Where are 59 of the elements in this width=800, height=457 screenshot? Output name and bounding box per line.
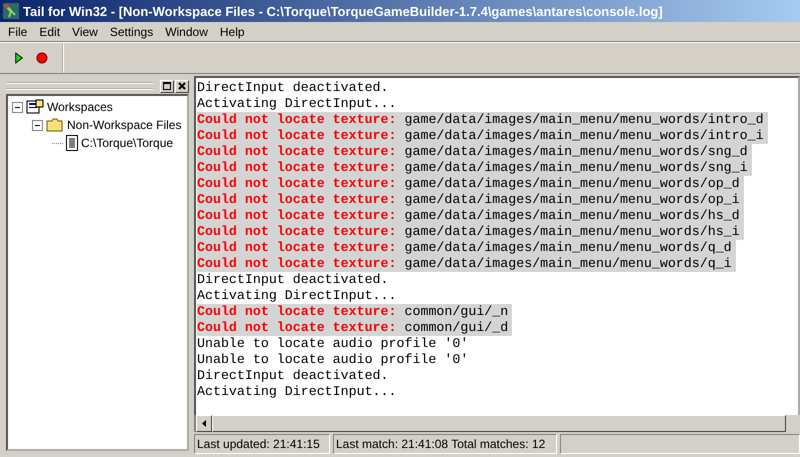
log-line: game/data/images/main_menu/menu_words/intro_i [404, 128, 764, 144]
log-line: game/data/images/main_menu/menu_words/q_d [404, 240, 732, 256]
log-match: Could not locate texture: [197, 224, 396, 240]
log-line: game/data/images/main_menu/menu_words/sng_d [404, 144, 748, 160]
log-match: Could not locate texture: [197, 144, 396, 160]
play-icon[interactable] [14, 51, 24, 65]
tree-item[interactable]: Workspaces [47, 100, 113, 114]
menu-item[interactable]: Window [159, 24, 214, 38]
log-line: game/data/images/main_menu/menu_words/op_i [404, 192, 740, 208]
log-line: common/gui/_n [404, 304, 508, 320]
maximize-button[interactable] [160, 80, 174, 92]
menu-item[interactable]: Edit [33, 24, 66, 38]
log-line: common/gui/_d [404, 320, 508, 336]
log-line: game/data/images/main_menu/menu_words/op_d [404, 176, 740, 192]
folder-icon [46, 118, 64, 132]
panel-grip[interactable] [6, 82, 153, 90]
log-line: Unable to locate audio profile '0' [197, 336, 468, 352]
close-icon [178, 82, 186, 90]
log-line: Unable to locate audio profile '0' [197, 352, 468, 368]
log-line: DirectInput deactivated. [197, 368, 389, 384]
workspace-icon [26, 99, 44, 115]
log-match: Could not locate texture: [197, 304, 396, 320]
status-text: Last match: 21:41:08 Total matches: 12 [333, 434, 557, 454]
log-match: Could not locate texture: [197, 256, 396, 272]
log-line: game/data/images/main_menu/menu_words/intro_d [404, 112, 764, 128]
log-line: Activating DirectInput... [197, 96, 396, 112]
collapse-icon[interactable] [32, 120, 43, 130]
log-match: Could not locate texture: [197, 160, 396, 176]
close-button[interactable] [175, 80, 189, 92]
log-match: Could not locate texture: [197, 128, 396, 144]
menu-item[interactable]: Settings [104, 24, 160, 38]
app-icon [3, 3, 19, 19]
log-match: Could not locate texture: [197, 176, 396, 192]
log-line: Activating DirectInput... [197, 288, 396, 304]
stop-icon[interactable] [36, 51, 48, 65]
log-line: Activating DirectInput... [197, 384, 396, 400]
log-match: Could not locate texture: [197, 112, 396, 128]
menu-item[interactable]: File [2, 24, 34, 38]
menu-item[interactable]: Help [214, 24, 251, 38]
status-text: Last updated: 21:41:15 [194, 434, 330, 454]
tree-item[interactable]: Non-Workspace Files [67, 118, 182, 132]
collapse-icon[interactable] [12, 102, 23, 112]
log-line: game/data/images/main_menu/menu_words/sng_i [404, 160, 748, 176]
log-match: Could not locate texture: [197, 208, 396, 224]
log-line: game/data/images/main_menu/menu_words/hs_i [404, 224, 740, 240]
maximize-icon [163, 82, 171, 90]
log-match: Could not locate texture: [197, 320, 396, 336]
window-title: Tail for Win32 - [Non-Workspace Files - C:\Torque\TorqueGameBuilder-1.7.4\games\antares\console.log] [23, 4, 663, 18]
document-icon [66, 135, 78, 151]
menu-item[interactable]: View [66, 24, 104, 38]
left-arrow-icon [202, 420, 206, 427]
log-line: DirectInput deactivated. [197, 272, 389, 288]
log-match: Could not locate texture: [197, 240, 396, 256]
log-line: game/data/images/main_menu/menu_words/q_i [404, 256, 732, 272]
log-match: Could not locate texture: [197, 192, 396, 208]
log-line: game/data/images/main_menu/menu_words/hs_d [404, 208, 740, 224]
scroll-left-button[interactable] [196, 415, 212, 432]
tree-item[interactable]: C:\Torque\Torque [81, 136, 174, 150]
log-line: DirectInput deactivated. [197, 80, 389, 96]
